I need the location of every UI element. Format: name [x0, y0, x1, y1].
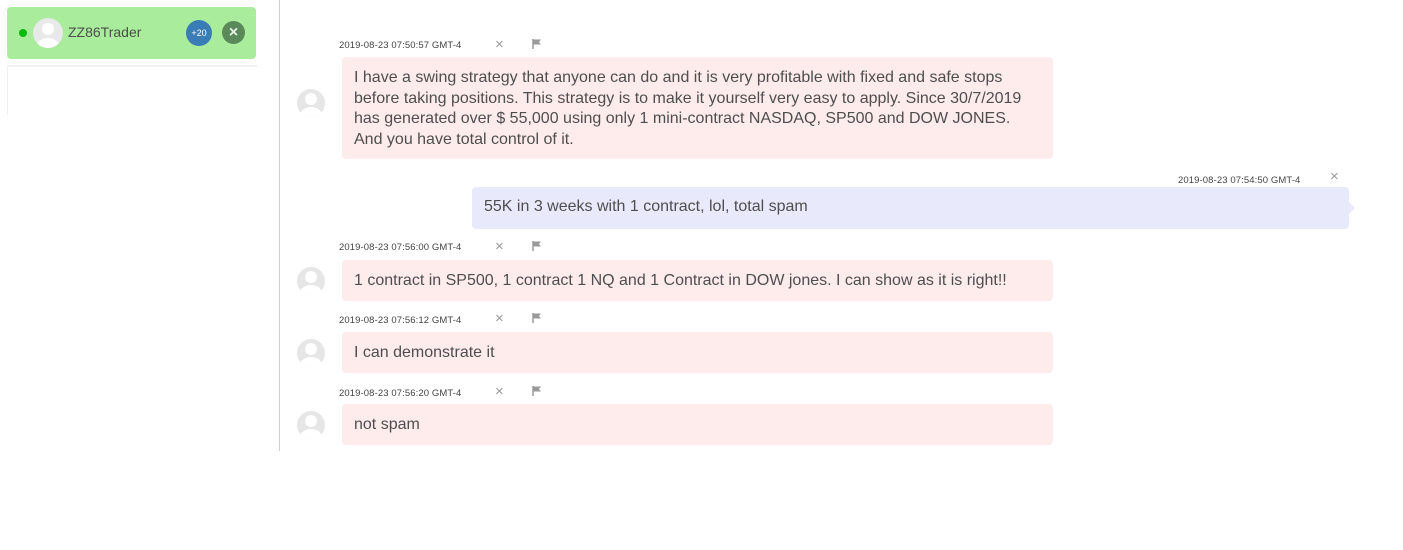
- sender-avatar: [297, 267, 325, 295]
- incoming-message-bubble: 1 contract in SP500, 1 contract 1 NQ and…: [342, 260, 1053, 301]
- message-timestamp: 2019-08-23 07:56:12 GMT-4: [339, 315, 462, 326]
- flag-message-icon[interactable]: [531, 240, 543, 252]
- contact-avatar: [33, 18, 63, 48]
- sender-avatar: [297, 89, 325, 117]
- delete-message-icon[interactable]: ×: [495, 311, 504, 326]
- delete-message-icon[interactable]: ×: [495, 239, 504, 254]
- sender-avatar: [297, 411, 325, 439]
- online-status-dot: [19, 29, 27, 37]
- sidebar-empty-panel: [7, 65, 257, 115]
- message-timestamp: 2019-08-23 07:56:00 GMT-4: [339, 242, 462, 253]
- message-timestamp: 2019-08-23 07:54:50 GMT-4: [1178, 175, 1301, 186]
- conversation-sidebar: ZZ86Trader +20 ×: [0, 0, 280, 451]
- flag-message-icon[interactable]: [531, 38, 543, 50]
- delete-message-icon[interactable]: ×: [495, 37, 504, 52]
- delete-message-icon[interactable]: ×: [495, 384, 504, 399]
- unread-count-badge: +20: [186, 20, 212, 46]
- incoming-message-bubble: I can demonstrate it: [342, 332, 1053, 373]
- incoming-message-bubble: I have a swing strategy that anyone can …: [342, 57, 1053, 159]
- flag-message-icon[interactable]: [531, 312, 543, 324]
- incoming-message-bubble: not spam: [342, 404, 1053, 445]
- contact-item-zz86trader[interactable]: ZZ86Trader +20 ×: [7, 7, 256, 59]
- message-timestamp: 2019-08-23 07:56:20 GMT-4: [339, 388, 462, 399]
- flag-message-icon[interactable]: [531, 385, 543, 397]
- sender-avatar: [297, 339, 325, 367]
- message-timestamp: 2019-08-23 07:50:57 GMT-4: [339, 40, 462, 51]
- close-conversation-icon[interactable]: ×: [222, 21, 245, 44]
- delete-message-icon[interactable]: ×: [1330, 169, 1339, 184]
- outgoing-message-bubble: 55K in 3 weeks with 1 contract, lol, tot…: [472, 187, 1355, 229]
- contact-name: ZZ86Trader: [68, 24, 142, 40]
